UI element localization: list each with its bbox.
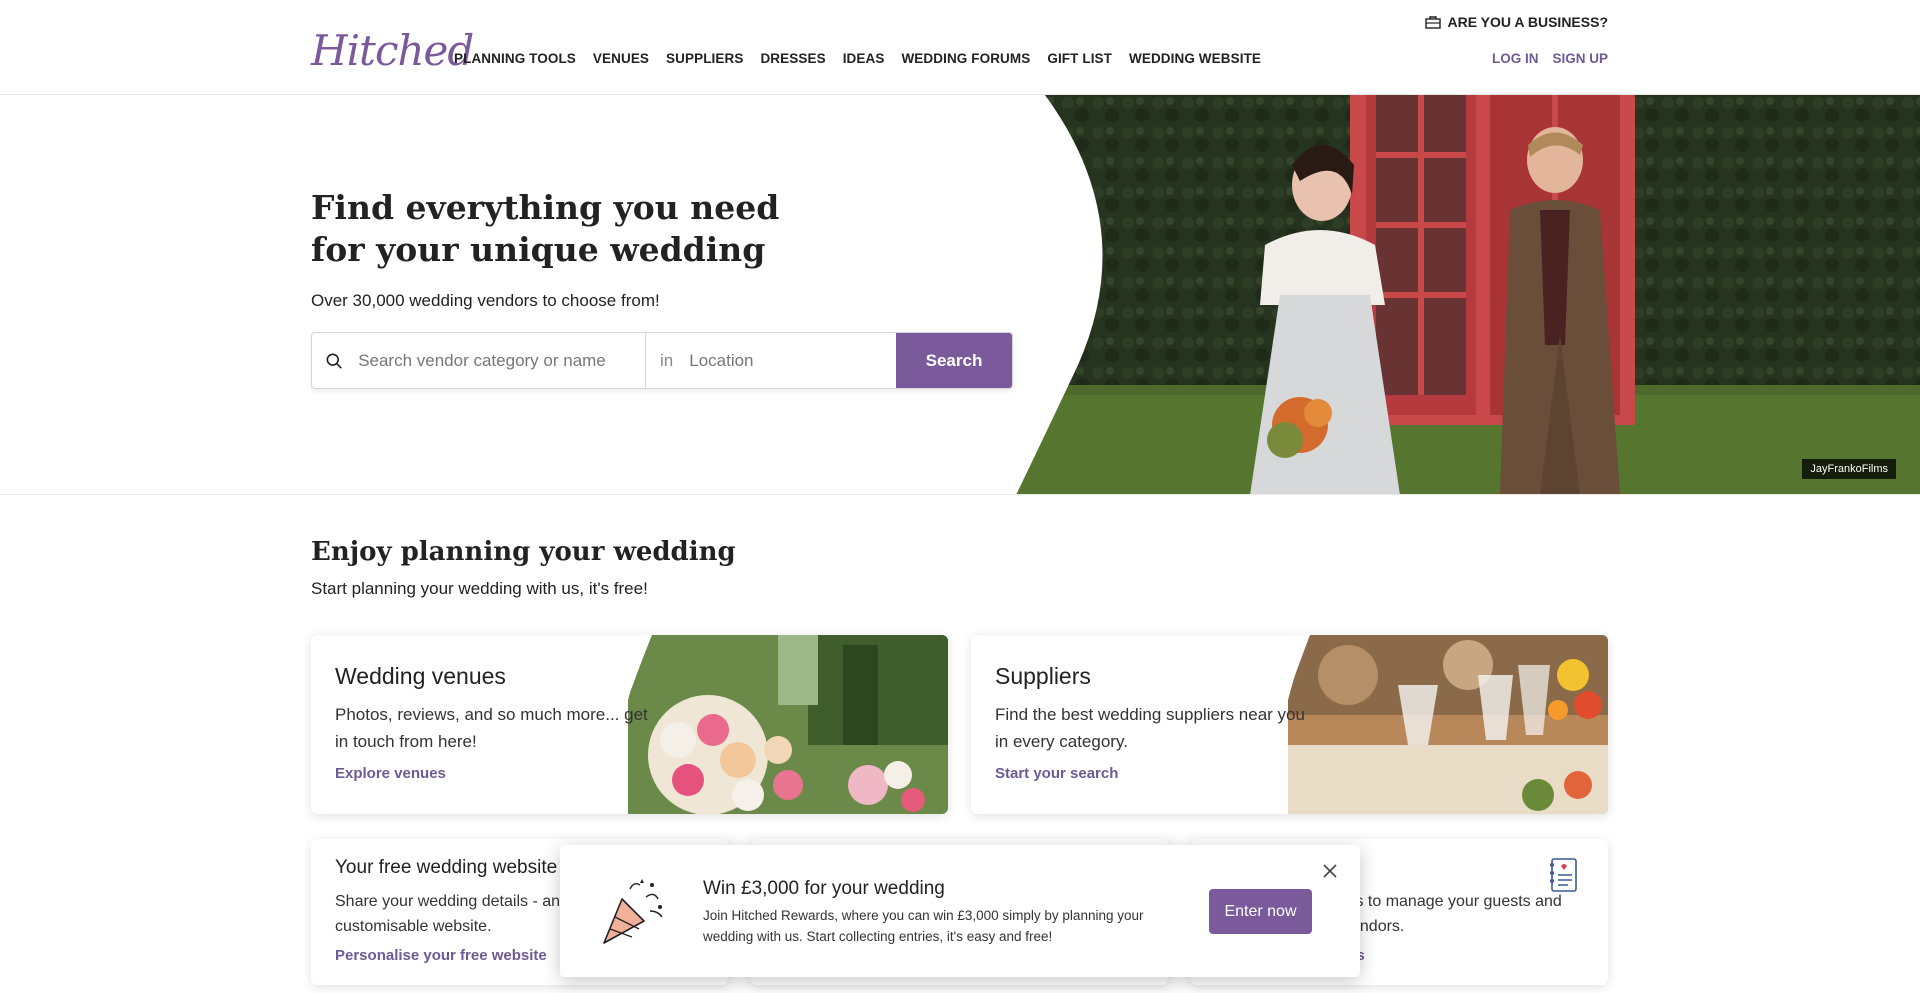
section-subtitle: Start planning your wedding with us, it'… [311,579,648,598]
nav-wedding-website[interactable]: WEDDING WEBSITE [1129,51,1261,66]
vendor-search-bar: in Search [311,332,1013,389]
auth-links: LOG IN SIGN UP [1492,51,1608,66]
hero-curve-mask [0,95,1103,494]
nav-suppliers[interactable]: SUPPLIERS [666,51,743,66]
suppliers-card-image [1288,635,1608,814]
close-icon[interactable] [1320,861,1340,881]
nav-wedding-forums[interactable]: WEDDING FORUMS [901,51,1030,66]
briefcase-icon [1425,16,1442,29]
promo-desc: Join Hitched Rewards, where you can win … [703,908,1144,944]
business-link-label: ARE YOU A BUSINESS? [1447,14,1608,30]
hero-title: Find everything you need for your unique… [311,188,780,269]
search-button[interactable]: Search [896,333,1012,388]
promo-title: Win £3,000 for your wedding [703,878,945,899]
personalise-website-link[interactable]: Personalise your free website [335,947,547,964]
suppliers-card[interactable]: Suppliers Find the best wedding supplier… [971,635,1608,814]
wedding-website-card-title: Your free wedding website [335,857,558,878]
section-title: Enjoy planning your wedding [311,537,736,567]
venues-card[interactable]: Wedding venues Photos, reviews, and so m… [311,635,948,814]
party-popper-icon [603,879,663,944]
search-icon [326,352,342,369]
checklist-icon [1550,858,1577,892]
signup-link[interactable]: SIGN UP [1552,51,1608,66]
enter-now-button[interactable]: Enter now [1209,889,1312,934]
nav-ideas[interactable]: IDEAS [843,51,885,66]
login-link[interactable]: LOG IN [1492,51,1539,66]
start-search-link[interactable]: Start your search [995,765,1118,782]
hitched-logo[interactable]: Hitched [311,26,474,75]
venues-card-desc: Photos, reviews, and so much more... get… [335,705,648,751]
planning-tools-card-desc: ols to manage your guests and vendors. [1343,893,1562,935]
suppliers-card-desc: Find the best wedding suppliers near you… [995,705,1305,751]
nav-gift-list[interactable]: GIFT LIST [1047,51,1112,66]
business-link[interactable]: ARE YOU A BUSINESS? [1425,14,1608,30]
rewards-promo-popup: Win £3,000 for your wedding Join Hitched… [560,845,1360,977]
hero-section: JayFrankoFilms Find everything you need … [0,95,1920,495]
nav-planning-tools[interactable]: PLANNING TOOLS [454,51,576,66]
suppliers-card-title: Suppliers [995,663,1091,689]
venues-card-image [628,635,948,814]
site-header: Hitched ARE YOU A BUSINESS? PLANNING TOO… [0,0,1920,95]
explore-venues-link[interactable]: Explore venues [335,765,446,782]
main-nav: PLANNING TOOLS VENUES SUPPLIERS DRESSES … [454,51,1261,66]
location-input[interactable] [689,350,896,371]
category-search-field [312,333,646,388]
venues-card-title: Wedding venues [335,663,506,689]
category-search-input[interactable] [358,350,645,371]
hero-subtitle: Over 30,000 wedding vendors to choose fr… [311,291,660,310]
location-field: in [646,333,896,388]
in-label: in [660,350,674,370]
nav-dresses[interactable]: DRESSES [760,51,825,66]
nav-venues[interactable]: VENUES [593,51,649,66]
